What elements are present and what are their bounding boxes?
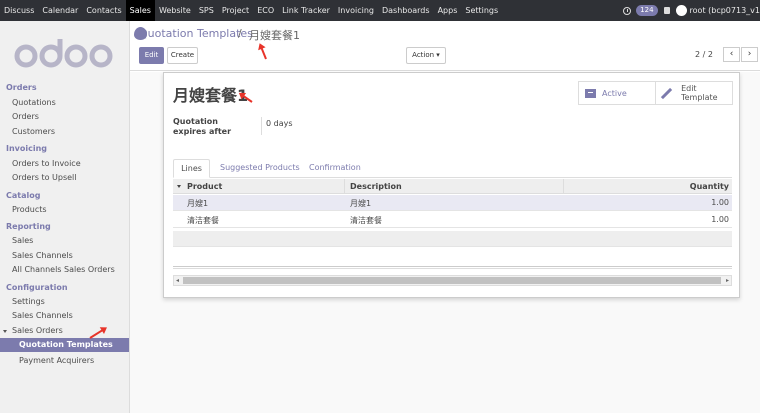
sidebar-item-all-channels-sales-orders[interactable]: All Channels Sales Orders: [12, 265, 115, 274]
user-menu[interactable]: root (bcp0713_v1: [690, 6, 760, 15]
sidebar-item-settings[interactable]: Settings: [12, 297, 45, 306]
section-reporting: Reporting: [6, 222, 51, 231]
menu-sps[interactable]: SPS: [195, 0, 218, 21]
odoo-logo[interactable]: [14, 35, 116, 73]
pager-previous-button[interactable]: ‹: [723, 47, 740, 62]
app-menu: Discuss Calendar Contacts Sales Website …: [0, 0, 502, 21]
tab-suggested-products[interactable]: Suggested Products: [220, 159, 300, 178]
divider: [173, 268, 732, 269]
expires-value: 0 days: [266, 119, 293, 128]
sidebar-item-sales-orders[interactable]: Sales Orders: [12, 326, 63, 335]
breadcrumb-parent[interactable]: Quotation Templates: [139, 27, 253, 40]
divider: [261, 117, 262, 135]
clock-icon[interactable]: [623, 6, 632, 15]
column-product[interactable]: Product: [187, 182, 222, 191]
menu-sales[interactable]: Sales: [125, 0, 155, 21]
form-sheet: 月嫂套餐1 Active Edit Template Quotation exp…: [163, 72, 740, 298]
table-row[interactable]: 清洁套餐 清洁套餐 1.00: [173, 212, 732, 228]
cell-description: 月嫂1: [350, 199, 372, 208]
create-button[interactable]: Create: [167, 47, 198, 64]
cell-description: 清洁套餐: [350, 216, 382, 225]
menu-settings[interactable]: Settings: [461, 0, 502, 21]
sidebar-item-orders-to-invoice[interactable]: Orders to Invoice: [12, 159, 81, 168]
menu-link-tracker[interactable]: Link Tracker: [278, 0, 334, 21]
active-label: Active: [602, 88, 627, 98]
cell-product: 清洁套餐: [187, 216, 219, 225]
column-divider: [563, 179, 564, 194]
sidebar-item-products[interactable]: Products: [12, 205, 47, 214]
column-divider: [344, 179, 345, 194]
control-panel: Quotation Templates / 月嫂套餐1 Edit Create …: [130, 21, 760, 71]
systray: 124 root (bcp0713_v1: [623, 0, 760, 21]
active-toggle-button[interactable]: Active: [578, 81, 656, 105]
edit-button[interactable]: Edit: [139, 47, 164, 64]
sidebar-item-label: Quotation Templates: [19, 340, 113, 349]
horizontal-scrollbar[interactable]: ◂ ▸: [173, 266, 732, 292]
breadcrumb-separator: /: [238, 27, 242, 40]
form-view: 月嫂套餐1 Active Edit Template Quotation exp…: [130, 72, 760, 413]
table-row[interactable]: 月嫂1 月嫂1 1.00: [173, 195, 732, 211]
menu-invoicing[interactable]: Invoicing: [334, 0, 378, 21]
notebook-tabs: Lines Suggested Products Confirmation: [173, 155, 732, 178]
sidebar-item-sales[interactable]: Sales: [12, 236, 33, 245]
scroll-left-icon[interactable]: ◂: [176, 277, 179, 284]
chevron-down-icon[interactable]: [3, 330, 7, 333]
edit-template-button[interactable]: Edit Template: [655, 81, 733, 105]
table-header: Product Description Quantity: [173, 179, 732, 194]
sidebar-item-payment-acquirers[interactable]: Payment Acquirers: [19, 356, 94, 365]
menu-dashboards[interactable]: Dashboards: [378, 0, 434, 21]
top-menu-bar: Discuss Calendar Contacts Sales Website …: [0, 0, 760, 21]
breadcrumb-current: 月嫂套餐1: [249, 29, 300, 42]
action-dropdown[interactable]: Action ▾: [406, 47, 446, 64]
sort-caret-icon[interactable]: [177, 185, 181, 188]
section-catalog: Catalog: [6, 191, 41, 200]
cell-product: 月嫂1: [187, 199, 209, 208]
sidebar-item-quotations[interactable]: Quotations: [12, 98, 56, 107]
section-orders: Orders: [6, 83, 37, 92]
menu-discuss[interactable]: Discuss: [0, 0, 38, 21]
sidebar-item-quotation-templates[interactable]: Quotation Templates: [0, 338, 129, 352]
tab-confirmation[interactable]: Confirmation: [309, 159, 361, 178]
pencil-icon: [660, 87, 673, 99]
sidebar-item-orders-to-upsell[interactable]: Orders to Upsell: [12, 173, 77, 182]
sidebar-item-orders[interactable]: Orders: [12, 112, 39, 121]
section-configuration: Configuration: [6, 283, 68, 292]
section-invoicing: Invoicing: [6, 144, 48, 153]
sidebar: Orders Quotations Orders Customers Invoi…: [0, 21, 130, 413]
menu-eco[interactable]: ECO: [253, 0, 278, 21]
notification-badge[interactable]: 124: [636, 5, 658, 16]
divider: [173, 266, 732, 267]
menu-calendar[interactable]: Calendar: [38, 0, 82, 21]
sidebar-item-config-sales-channels[interactable]: Sales Channels: [12, 311, 73, 320]
pager-value: 2 / 2: [695, 50, 713, 59]
scroll-right-icon[interactable]: ▸: [726, 277, 729, 284]
sidebar-item-customers[interactable]: Customers: [12, 127, 55, 136]
menu-project[interactable]: Project: [218, 0, 253, 21]
column-quantity[interactable]: Quantity: [690, 182, 729, 191]
lock-icon[interactable]: [663, 7, 670, 14]
expires-label: Quotation expires after: [173, 117, 232, 136]
avatar[interactable]: [675, 5, 687, 16]
cell-quantity: 1.00: [711, 198, 729, 207]
menu-website[interactable]: Website: [155, 0, 195, 21]
menu-apps[interactable]: Apps: [434, 0, 462, 21]
archive-icon: [585, 88, 596, 98]
sidebar-item-sales-channels[interactable]: Sales Channels: [12, 251, 73, 260]
menu-contacts[interactable]: Contacts: [82, 0, 125, 21]
column-description[interactable]: Description: [350, 182, 402, 191]
pager-next-button[interactable]: ›: [741, 47, 758, 62]
table-row-empty: [173, 231, 732, 247]
tab-lines[interactable]: Lines: [173, 159, 210, 178]
edit-template-label: Edit Template: [681, 84, 718, 102]
scrollbar-thumb[interactable]: [183, 277, 721, 284]
cell-quantity: 1.00: [711, 215, 729, 224]
